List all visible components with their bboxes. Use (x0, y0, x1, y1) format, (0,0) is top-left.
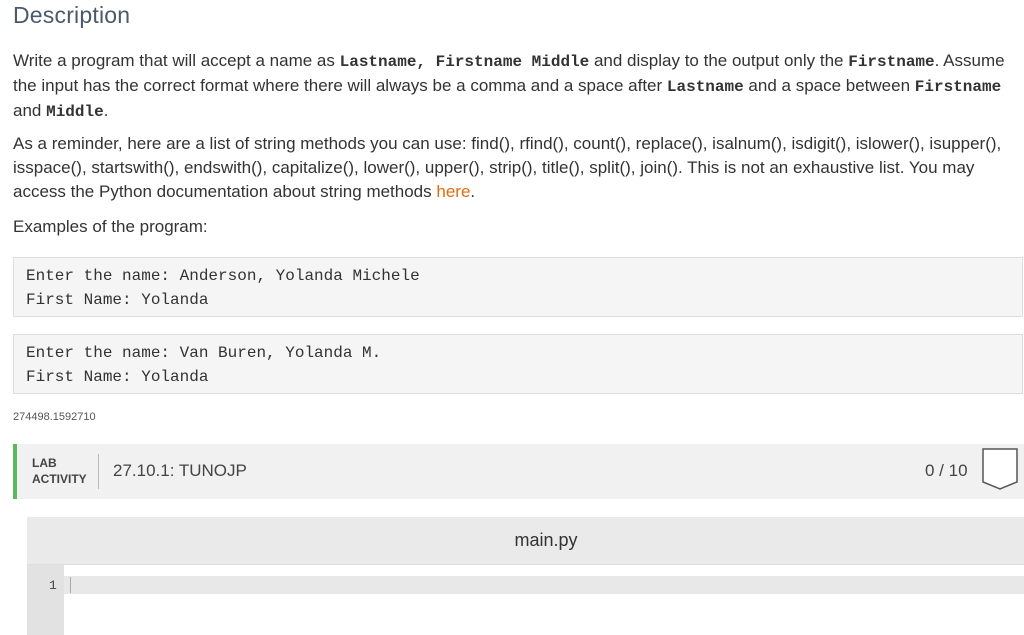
page-title: Description (13, 2, 131, 28)
example-output-line: First Name: Yolanda (26, 291, 209, 309)
code-term: Firstname (914, 78, 1002, 96)
example-code-block: Enter the name: Anderson, Yolanda Michel… (13, 257, 1023, 317)
code-term: Firstname (848, 53, 935, 71)
description-text: Write a program that will accept a name … (13, 51, 340, 70)
description-text: . (103, 101, 109, 120)
description-text: . (470, 182, 476, 201)
code-editor: main.py 1 (27, 517, 1024, 635)
example-input-line: Enter the name: Anderson, Yolanda Michel… (26, 267, 420, 285)
lab-label-line: LAB (32, 456, 57, 470)
code-input-area[interactable] (64, 565, 1024, 635)
divider (98, 454, 99, 489)
description-paragraph: Write a program that will accept a name … (13, 49, 1013, 124)
example-code-block: Enter the name: Van Buren, Yolanda M. Fir… (13, 334, 1023, 394)
lab-page: Description Write a program that will ac… (0, 0, 1024, 635)
lab-score: 0 / 10 (925, 461, 968, 480)
editor-filename: main.py (514, 530, 578, 550)
example-output-line: First Name: Yolanda (26, 368, 209, 386)
example-input-line: Enter the name: Van Buren, Yolanda M. (26, 344, 382, 362)
lab-title: 27.10.1: TUNOJP (113, 461, 247, 480)
active-line[interactable] (64, 576, 1024, 594)
description-text: As a reminder, here are a list of string… (13, 134, 1002, 201)
text-cursor (70, 577, 71, 593)
line-number-gutter (27, 565, 64, 635)
editor-header: main.py (27, 517, 1024, 565)
python-docs-link[interactable]: here (436, 182, 470, 201)
activity-id: 274498.1592710 (13, 411, 96, 423)
code-term: Lastname (666, 78, 744, 96)
lab-activity-bar: LAB ACTIVITY 27.10.1: TUNOJP 0 / 10 (13, 444, 1024, 499)
code-term: Lastname, Firstname Middle (339, 53, 590, 71)
string-methods-paragraph: As a reminder, here are a list of string… (13, 132, 1013, 204)
examples-label: Examples of the program: (13, 217, 208, 236)
lab-activity-label: LAB ACTIVITY (32, 455, 87, 487)
line-number: 1 (49, 578, 57, 593)
description-text: and (13, 101, 47, 120)
description-text: and display to the output only the (589, 51, 849, 70)
score-badge-icon (982, 448, 1018, 490)
lab-label-line: ACTIVITY (32, 472, 87, 486)
description-text: and a space between (743, 76, 915, 95)
code-term: Middle (46, 103, 104, 121)
